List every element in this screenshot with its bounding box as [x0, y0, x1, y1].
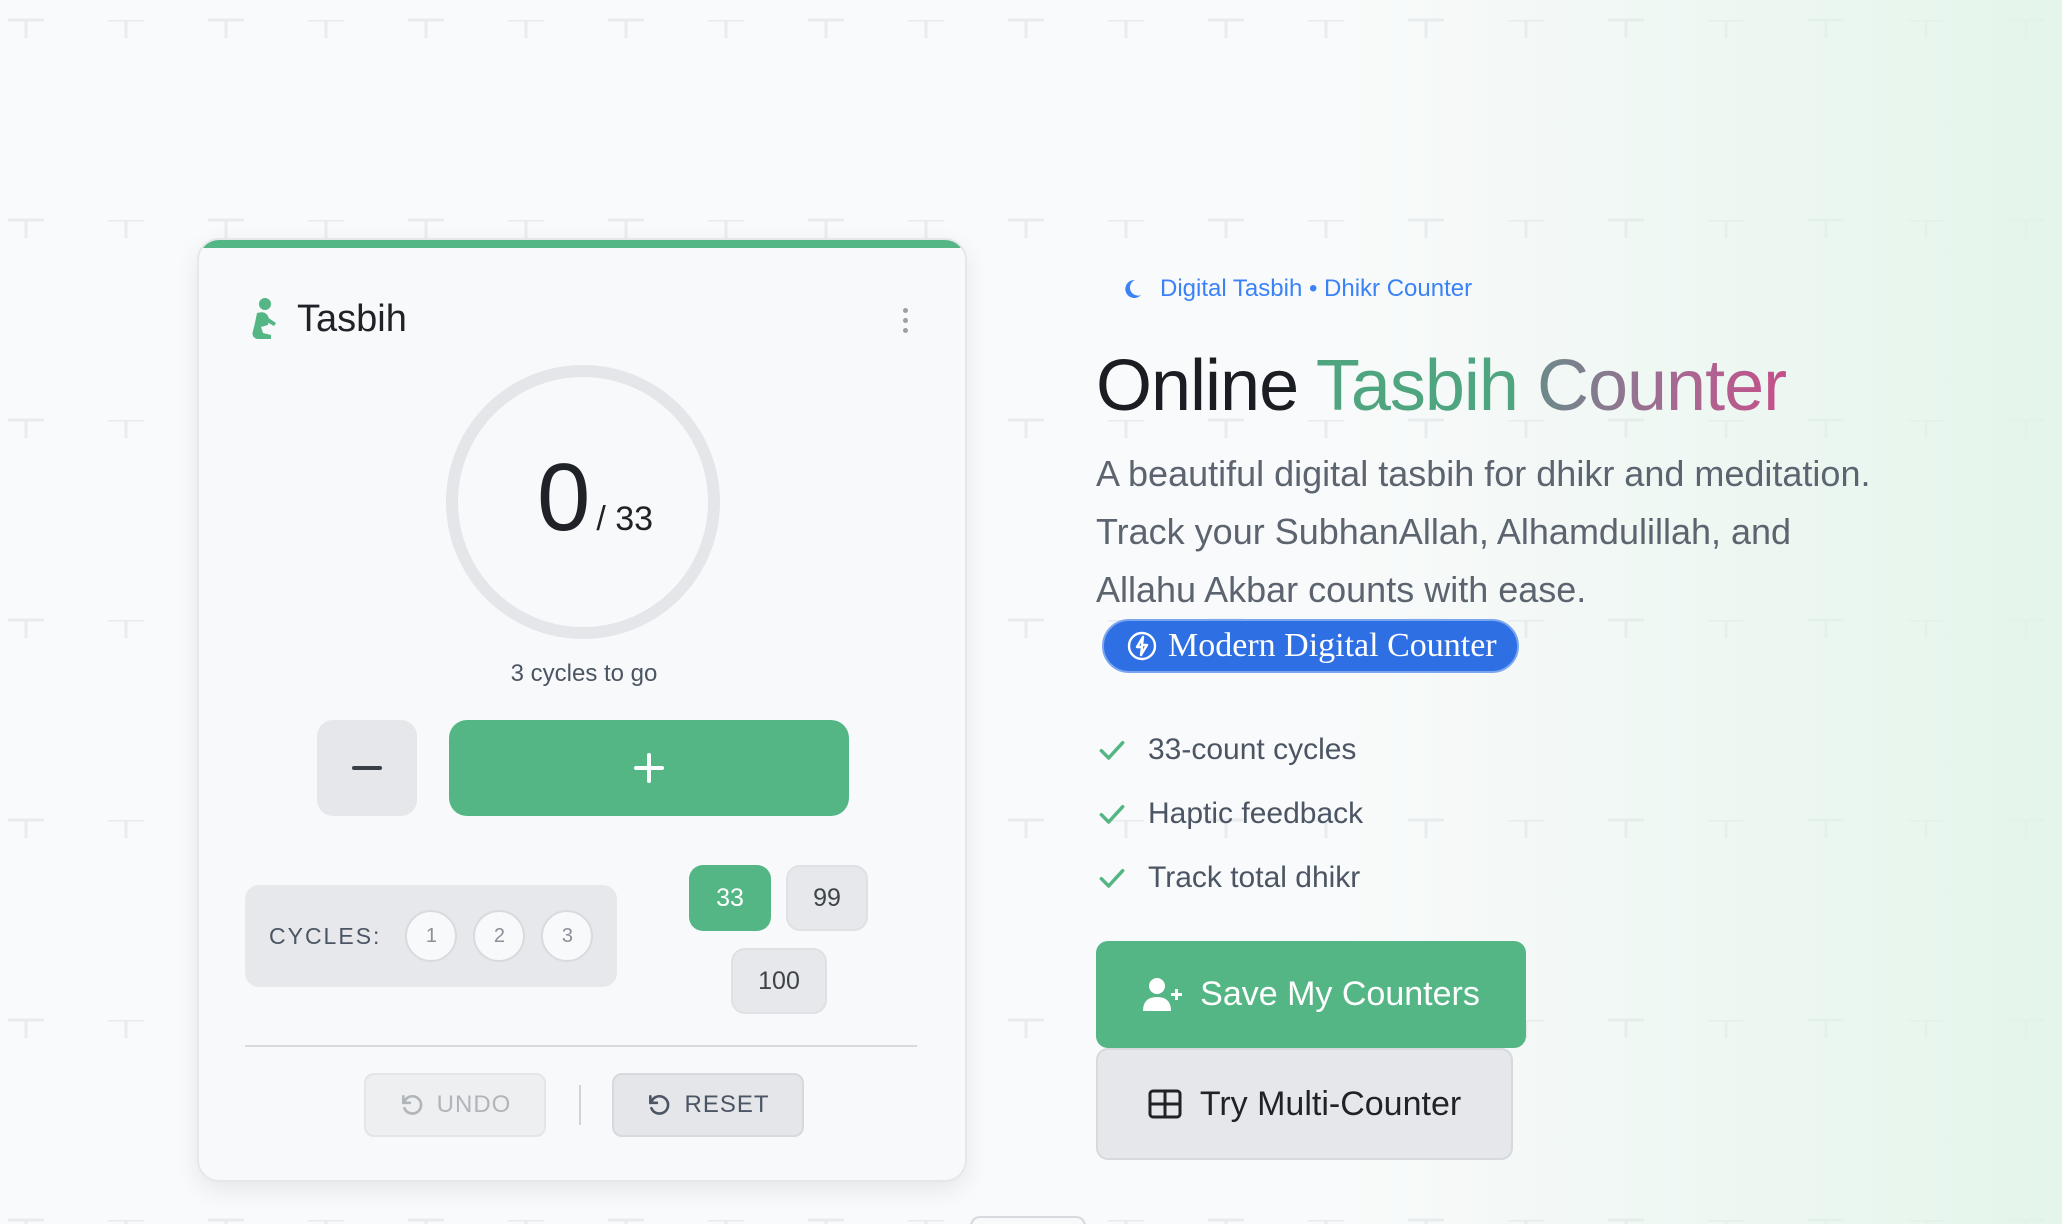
multi-button-label: Try Multi-Counter: [1199, 1084, 1462, 1123]
check-icon: [1099, 804, 1125, 824]
scroll-tab[interactable]: [970, 1216, 1086, 1224]
feature-label: Track total dhikr: [1148, 861, 1361, 894]
dot-icon: [902, 317, 908, 323]
title-part-online: Online: [1096, 346, 1316, 426]
card-title: Tasbih: [297, 297, 407, 340]
description-text: A beautiful digital tasbih for dhikr and…: [1096, 453, 1871, 610]
feature-item: Haptic feedback: [1096, 782, 1363, 846]
count-display: 0/ 33: [458, 443, 732, 553]
divider: [245, 1045, 917, 1047]
plus-icon: [634, 753, 664, 783]
target-99-button[interactable]: 99: [786, 865, 868, 931]
feature-item: Track total dhikr: [1096, 846, 1363, 910]
reset-icon: [649, 1094, 670, 1115]
grid-icon: [1148, 1089, 1182, 1119]
eyebrow-text: Digital Tasbih • Dhikr Counter: [1160, 275, 1473, 302]
button-separator: [579, 1085, 581, 1125]
minus-icon: [352, 766, 382, 770]
moon-icon: [1125, 279, 1141, 298]
check-icon: [1099, 868, 1125, 888]
save-counters-button[interactable]: Save My Counters: [1096, 941, 1526, 1048]
count-target: / 33: [596, 500, 654, 538]
undo-label: UNDO: [436, 1091, 512, 1118]
praying-person-icon: [252, 298, 276, 339]
cycles-selector: CYCLES: 1 2 3: [245, 885, 617, 987]
badge-label: Modern Digital Counter: [1168, 627, 1497, 665]
reset-label: RESET: [684, 1091, 770, 1118]
target-33-button[interactable]: 33: [689, 865, 771, 931]
dot-icon: [902, 327, 908, 333]
card-accent-bar: [199, 240, 965, 248]
bolt-circle-icon: [1127, 632, 1157, 661]
check-icon: [1099, 740, 1125, 760]
title-part-tasbih: Tasbih: [1315, 346, 1537, 426]
feature-item: 33-count cycles: [1096, 718, 1363, 782]
undo-button[interactable]: UNDO: [364, 1073, 546, 1137]
feature-label: 33-count cycles: [1148, 733, 1357, 766]
save-button-label: Save My Counters: [1200, 975, 1480, 1013]
undo-icon: [401, 1094, 423, 1115]
cycle-indicator-1[interactable]: 1: [405, 910, 458, 962]
increment-button[interactable]: [449, 720, 849, 816]
count-value: 0: [536, 444, 591, 551]
feature-list: 33-count cycles Haptic feedback Track to…: [1096, 718, 1363, 910]
hero-eyebrow: Digital Tasbih • Dhikr Counter: [1120, 275, 1472, 303]
dot-icon: [902, 307, 908, 313]
cycle-indicator-2[interactable]: 2: [473, 910, 526, 962]
reset-button[interactable]: RESET: [612, 1073, 804, 1137]
target-100-button[interactable]: 100: [731, 948, 827, 1014]
hero-description: A beautiful digital tasbih for dhikr and…: [1096, 445, 1876, 677]
card-header: Tasbih: [243, 294, 925, 344]
cycle-indicator-3[interactable]: 3: [541, 910, 594, 962]
title-part-counter: Counter: [1536, 346, 1787, 426]
feature-label: Haptic feedback: [1148, 797, 1364, 830]
add-user-icon: [1143, 977, 1183, 1011]
decrement-button[interactable]: [317, 720, 417, 816]
page-title: Online Tasbih Counter: [1096, 345, 1787, 427]
cycles-remaining-text: 3 cycles to go: [510, 660, 658, 687]
modern-counter-badge: Modern Digital Counter: [1102, 619, 1519, 674]
cycles-label: CYCLES:: [269, 922, 382, 949]
more-options-button[interactable]: [885, 300, 925, 340]
progress-ring: 0/ 33: [446, 365, 720, 639]
tasbih-counter-card: Tasbih 0/ 33 3 cycles to go CYCLES: 1 2 …: [197, 238, 967, 1182]
multi-counter-button[interactable]: Try Multi-Counter: [1096, 1048, 1513, 1160]
